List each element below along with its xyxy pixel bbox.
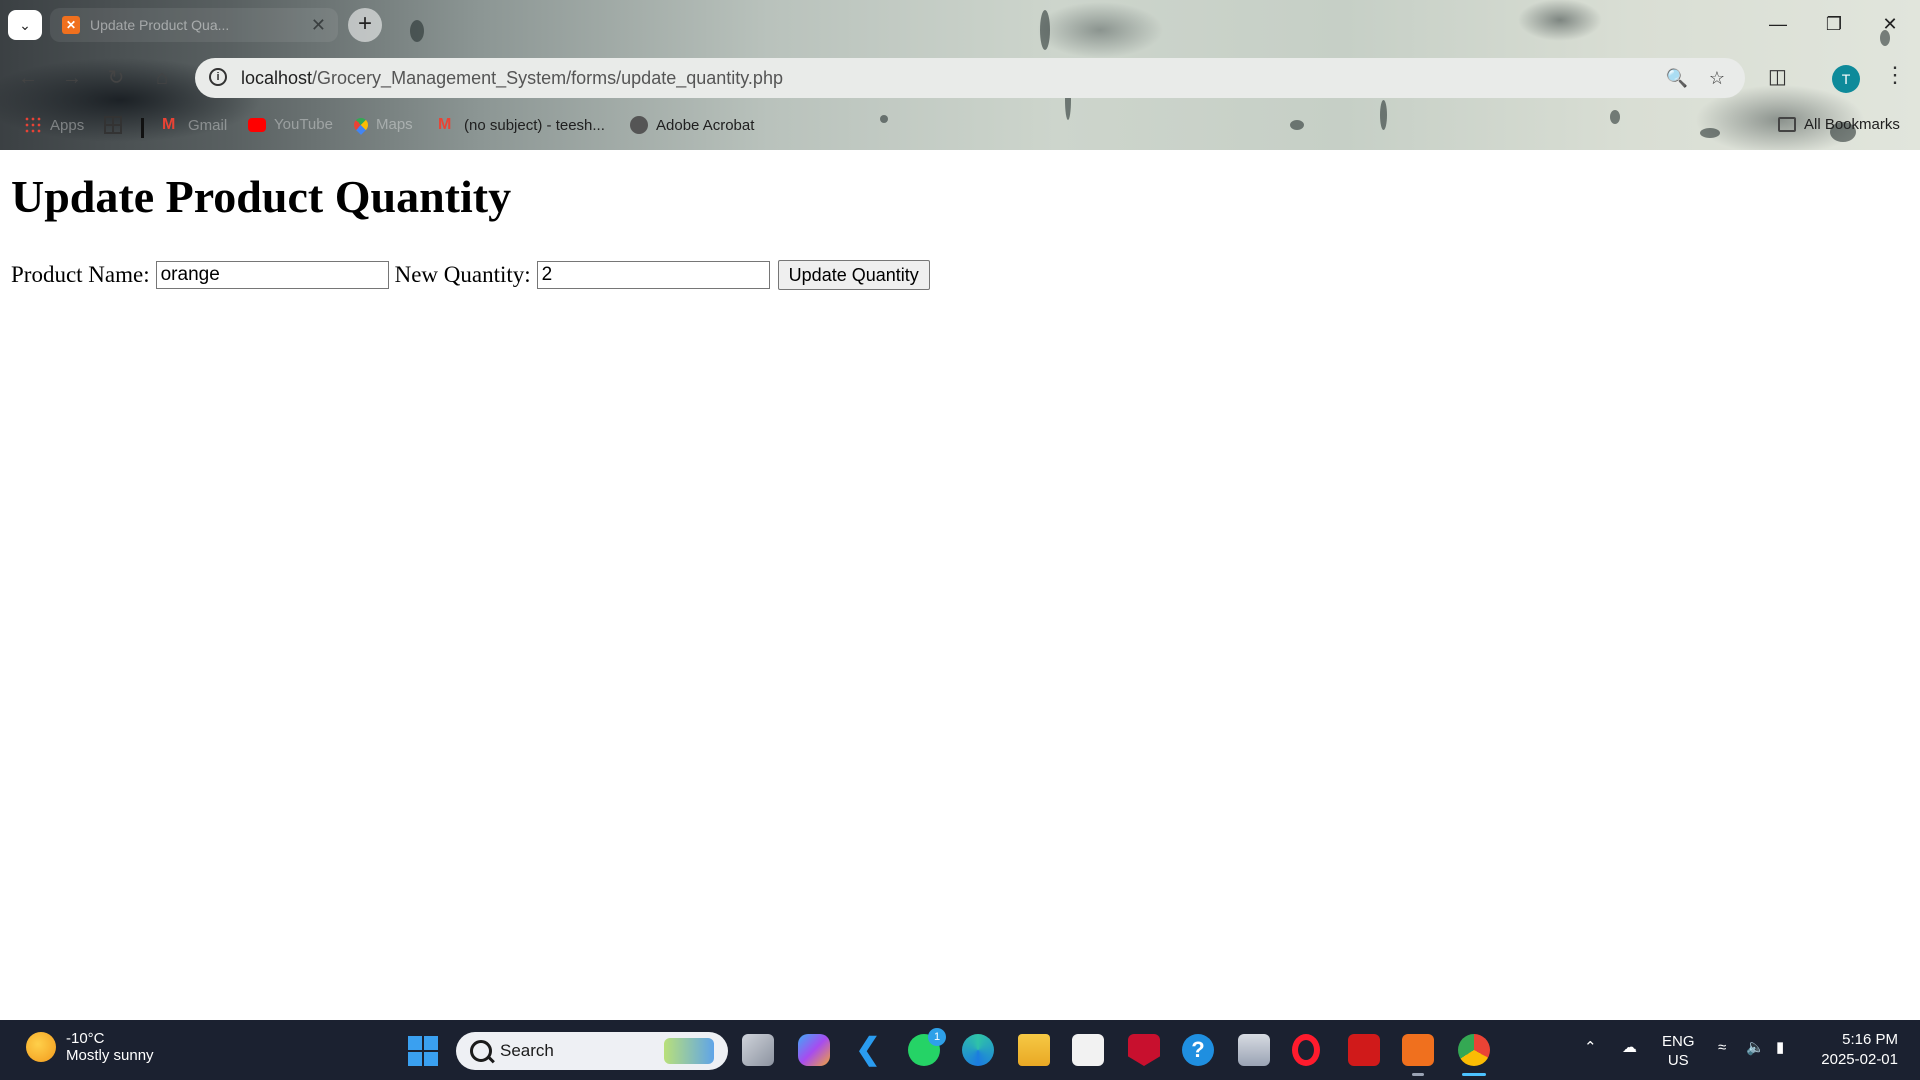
bookmark-star-icon[interactable]: ☆ xyxy=(1705,66,1729,90)
help-icon[interactable]: ? xyxy=(1182,1034,1214,1066)
file-explorer-icon[interactable] xyxy=(1018,1034,1050,1066)
new-quantity-label: New Quantity: xyxy=(394,262,531,287)
onedrive-icon[interactable]: ☁ xyxy=(1622,1038,1637,1057)
xampp-favicon-icon: ✕ xyxy=(62,16,80,34)
bookmark-no-subject[interactable]: M (no subject) - teesh... xyxy=(438,116,605,134)
youtube-icon xyxy=(248,117,266,132)
forward-arrow-icon[interactable]: → xyxy=(56,62,88,94)
task-view-icon[interactable] xyxy=(742,1034,774,1066)
site-info-icon[interactable]: i xyxy=(209,68,227,86)
bookmark-adobe-acrobat[interactable]: Adobe Acrobat xyxy=(630,116,754,134)
files-app-icon[interactable] xyxy=(1238,1034,1270,1066)
search-icon xyxy=(470,1040,492,1062)
windows-taskbar: -10°C Mostly sunny Search ❮ 1 ? ⌃ ☁ ENG … xyxy=(0,1020,1920,1080)
bookmark-maps[interactable]: Maps xyxy=(351,114,413,135)
system-clock[interactable]: 5:16 PM 2025-02-01 xyxy=(1821,1030,1898,1070)
xampp-icon[interactable] xyxy=(1402,1034,1434,1066)
bookmark-label: (no subject) - teesh... xyxy=(464,116,605,134)
zoom-icon[interactable]: 🔍 xyxy=(1665,66,1689,90)
chevron-down-icon: ⌄ xyxy=(19,16,31,33)
bookmark-tab-groups[interactable] xyxy=(104,116,122,134)
page-content: Update Product Quantity Product Name: Ne… xyxy=(0,150,1920,1020)
weather-temp: -10°C xyxy=(66,1030,105,1047)
tab-active[interactable]: ✕ Update Product Qua... ✕ xyxy=(50,8,338,42)
search-highlight-art xyxy=(664,1038,714,1064)
clock-time: 5:16 PM xyxy=(1842,1031,1898,1048)
search-label: Search xyxy=(500,1041,554,1060)
tab-strip: ⌄ ✕ Update Product Qua... ✕ + — ❐ ✕ xyxy=(0,0,1920,50)
bookmarks-separator xyxy=(141,118,144,138)
microsoft-store-icon[interactable] xyxy=(1072,1034,1104,1066)
new-tab-button[interactable]: + xyxy=(348,8,382,42)
url-path: /Grocery_Management_System/forms/update_… xyxy=(312,68,783,88)
wifi-icon[interactable]: ≈ xyxy=(1718,1038,1726,1057)
gmail-icon: M xyxy=(438,116,452,133)
battery-icon[interactable]: ▮ xyxy=(1776,1038,1784,1057)
language-code: ENG xyxy=(1662,1033,1695,1050)
bookmark-label: YouTube xyxy=(274,116,333,133)
product-name-input[interactable] xyxy=(155,261,389,289)
weather-widget[interactable]: -10°C Mostly sunny xyxy=(26,1030,154,1064)
tab-title: Update Product Qua... xyxy=(90,17,230,33)
opera-icon[interactable] xyxy=(1292,1034,1320,1066)
volume-icon[interactable]: 🔈 xyxy=(1746,1038,1765,1057)
language-indicator[interactable]: ENG US xyxy=(1662,1032,1695,1070)
update-quantity-form: Product Name: New Quantity: Update Quant… xyxy=(11,260,930,290)
new-quantity-input[interactable] xyxy=(536,261,770,289)
folder-icon xyxy=(1778,117,1796,132)
bookmark-gmail[interactable]: M Gmail xyxy=(162,116,227,134)
back-arrow-icon[interactable]: ← xyxy=(12,62,44,94)
apps-grid-icon xyxy=(24,116,42,134)
maps-icon xyxy=(351,114,371,135)
menu-kebab-icon[interactable]: ⋮ xyxy=(1884,62,1906,88)
all-bookmarks-button[interactable]: All Bookmarks xyxy=(1778,116,1900,133)
browser-toolbar: ← → ↻ ⌂ i localhost/Grocery_Management_S… xyxy=(0,50,1920,106)
close-window-button[interactable]: ✕ xyxy=(1862,0,1918,50)
update-quantity-button[interactable]: Update Quantity xyxy=(777,260,930,290)
clock-date: 2025-02-01 xyxy=(1821,1051,1898,1068)
url-text[interactable]: localhost/Grocery_Management_System/form… xyxy=(241,68,783,89)
bookmark-label: Maps xyxy=(376,116,413,133)
chrome-icon[interactable] xyxy=(1458,1034,1490,1066)
copilot-icon[interactable] xyxy=(798,1034,830,1066)
weather-desc: Mostly sunny xyxy=(66,1047,154,1064)
bookmarks-bar: Apps M Gmail YouTube Maps M (no subject)… xyxy=(0,106,1920,150)
all-bookmarks-label: All Bookmarks xyxy=(1804,116,1900,133)
address-bar[interactable]: i localhost/Grocery_Management_System/fo… xyxy=(195,58,1745,98)
tab-search-button[interactable]: ⌄ xyxy=(8,10,42,40)
restore-button[interactable]: ❐ xyxy=(1806,0,1862,50)
globe-icon xyxy=(630,116,648,134)
mcafee-icon[interactable] xyxy=(1128,1034,1160,1066)
chrome-running-indicator xyxy=(1462,1073,1486,1076)
chevron-up-icon[interactable]: ⌃ xyxy=(1584,1038,1597,1057)
bookmark-youtube[interactable]: YouTube xyxy=(248,116,333,133)
vscode-icon[interactable]: ❮ xyxy=(852,1034,884,1066)
bookmark-label: Gmail xyxy=(188,116,228,134)
weather-sun-icon xyxy=(26,1032,56,1062)
whatsapp-badge: 1 xyxy=(928,1028,946,1046)
taskbar-search[interactable]: Search xyxy=(456,1032,728,1070)
extensions-icon[interactable]: ◫ xyxy=(1768,64,1787,89)
reload-icon[interactable]: ↻ xyxy=(100,62,132,94)
whatsapp-icon[interactable]: 1 xyxy=(908,1028,946,1066)
xampp-running-indicator xyxy=(1412,1073,1424,1076)
start-windows-icon[interactable] xyxy=(408,1036,438,1066)
browser-chrome: ⌄ ✕ Update Product Qua... ✕ + — ❐ ✕ ← → … xyxy=(0,0,1920,150)
acrobat-icon[interactable] xyxy=(1348,1034,1380,1066)
page-title: Update Product Quantity xyxy=(11,171,512,222)
profile-avatar[interactable]: T xyxy=(1832,65,1860,93)
bookmark-label: Apps xyxy=(50,116,85,134)
gmail-icon: M xyxy=(162,116,176,133)
minimize-button[interactable]: — xyxy=(1750,0,1806,50)
tab-close-icon[interactable]: ✕ xyxy=(311,15,326,36)
product-name-label: Product Name: xyxy=(11,262,150,287)
home-icon[interactable]: ⌂ xyxy=(146,62,178,94)
bookmark-label: Adobe Acrobat xyxy=(656,116,755,134)
url-host: localhost xyxy=(241,68,313,88)
edge-icon[interactable] xyxy=(962,1034,994,1066)
region-code: US xyxy=(1667,1052,1689,1069)
bookmark-apps[interactable]: Apps xyxy=(24,116,84,134)
tab-groups-icon xyxy=(104,116,122,134)
